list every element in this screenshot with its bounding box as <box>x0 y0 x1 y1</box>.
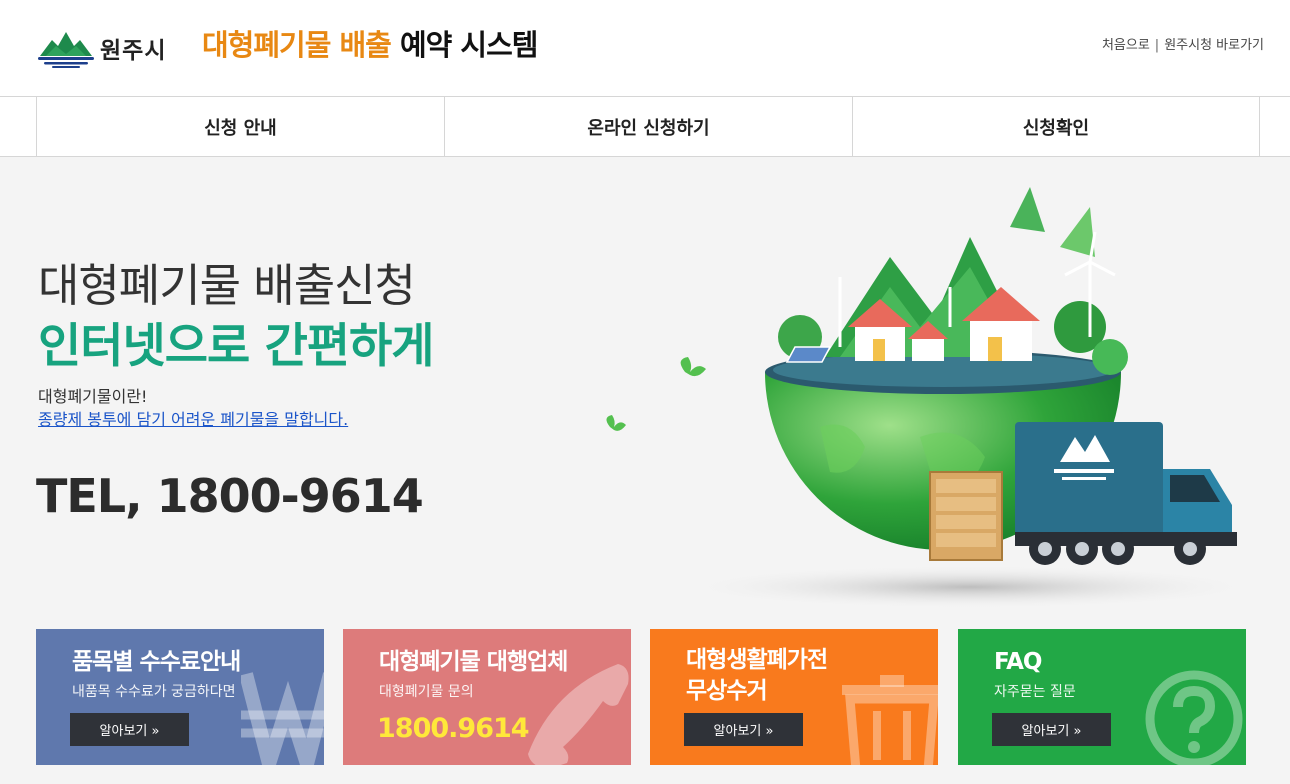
hero-phone: TEL, 1800-9614 <box>36 469 424 523</box>
nav-item-check[interactable]: 신청확인 <box>852 97 1260 156</box>
main-nav: 신청 안내 온라인 신청하기 신청확인 <box>0 96 1290 157</box>
header: 원주시 대형폐기물 배출 예약 시스템 처음으로 | 원주시청 바로가기 <box>0 0 1290 96</box>
card-subtitle: 내품목 수수료가 궁금하다면 <box>72 684 236 700</box>
card-title-line2: 무상수거 <box>686 678 768 704</box>
hero-description-title: 대형폐기물이란! <box>38 387 148 406</box>
card-title: 대형생활폐가전 무상수거 <box>686 645 828 707</box>
card-subtitle: 대형폐기물 문의 <box>379 684 474 700</box>
top-links: 처음으로 | 원주시청 바로가기 <box>1102 34 1264 53</box>
question-icon <box>1144 669 1244 765</box>
card-appliance-pickup[interactable]: 대형생활폐가전 무상수거 알아보기 » <box>650 629 938 765</box>
card-title: 대형폐기물 대행업체 <box>379 649 568 675</box>
hero-subheadline: 인터넷으로 간편하게 <box>38 319 435 374</box>
link-separator: | <box>1154 38 1160 53</box>
hero-headline: 대형폐기물 배출신청 <box>38 259 416 312</box>
trash-icon <box>842 675 938 765</box>
card-title: 품목별 수수료안내 <box>72 649 241 675</box>
card-subtitle: 자주묻는 질문 <box>994 684 1076 700</box>
learn-more-button[interactable]: 알아보기 » <box>992 713 1111 746</box>
won-icon <box>239 669 324 765</box>
agency-phone: 1800.9614 <box>377 713 530 744</box>
nav-item-apply-online[interactable]: 온라인 신청하기 <box>444 97 852 156</box>
site-title-rest: 예약 시스템 <box>399 28 538 62</box>
learn-more-button[interactable]: 알아보기 » <box>684 713 803 746</box>
wonju-logo[interactable]: 원주시 <box>36 24 176 72</box>
home-link[interactable]: 처음으로 <box>1102 38 1150 53</box>
nav-item-guide[interactable]: 신청 안내 <box>36 97 444 156</box>
card-title: FAQ <box>994 649 1042 675</box>
city-hall-link[interactable]: 원주시청 바로가기 <box>1164 38 1264 53</box>
eco-globe-truck-illustration <box>606 187 1260 609</box>
card-title-line1: 대형생활폐가전 <box>686 647 828 673</box>
card-fee-guide[interactable]: 품목별 수수료안내 내품목 수수료가 궁금하다면 알아보기 » <box>36 629 324 765</box>
logo-text: 원주시 <box>100 38 167 64</box>
card-agency[interactable]: 대형폐기물 대행업체 대형폐기물 문의 1800.9614 <box>343 629 631 765</box>
hero-description-link[interactable]: 종량제 봉투에 담기 어려운 폐기물을 말합니다. <box>38 406 348 430</box>
card-faq[interactable]: FAQ 자주묻는 질문 알아보기 » <box>958 629 1246 765</box>
learn-more-button[interactable]: 알아보기 » <box>70 713 189 746</box>
site-title: 대형폐기물 배출 예약 시스템 <box>202 22 538 64</box>
mountain-logo-icon <box>38 32 94 68</box>
site-title-accent: 대형폐기물 배출 <box>202 28 392 62</box>
